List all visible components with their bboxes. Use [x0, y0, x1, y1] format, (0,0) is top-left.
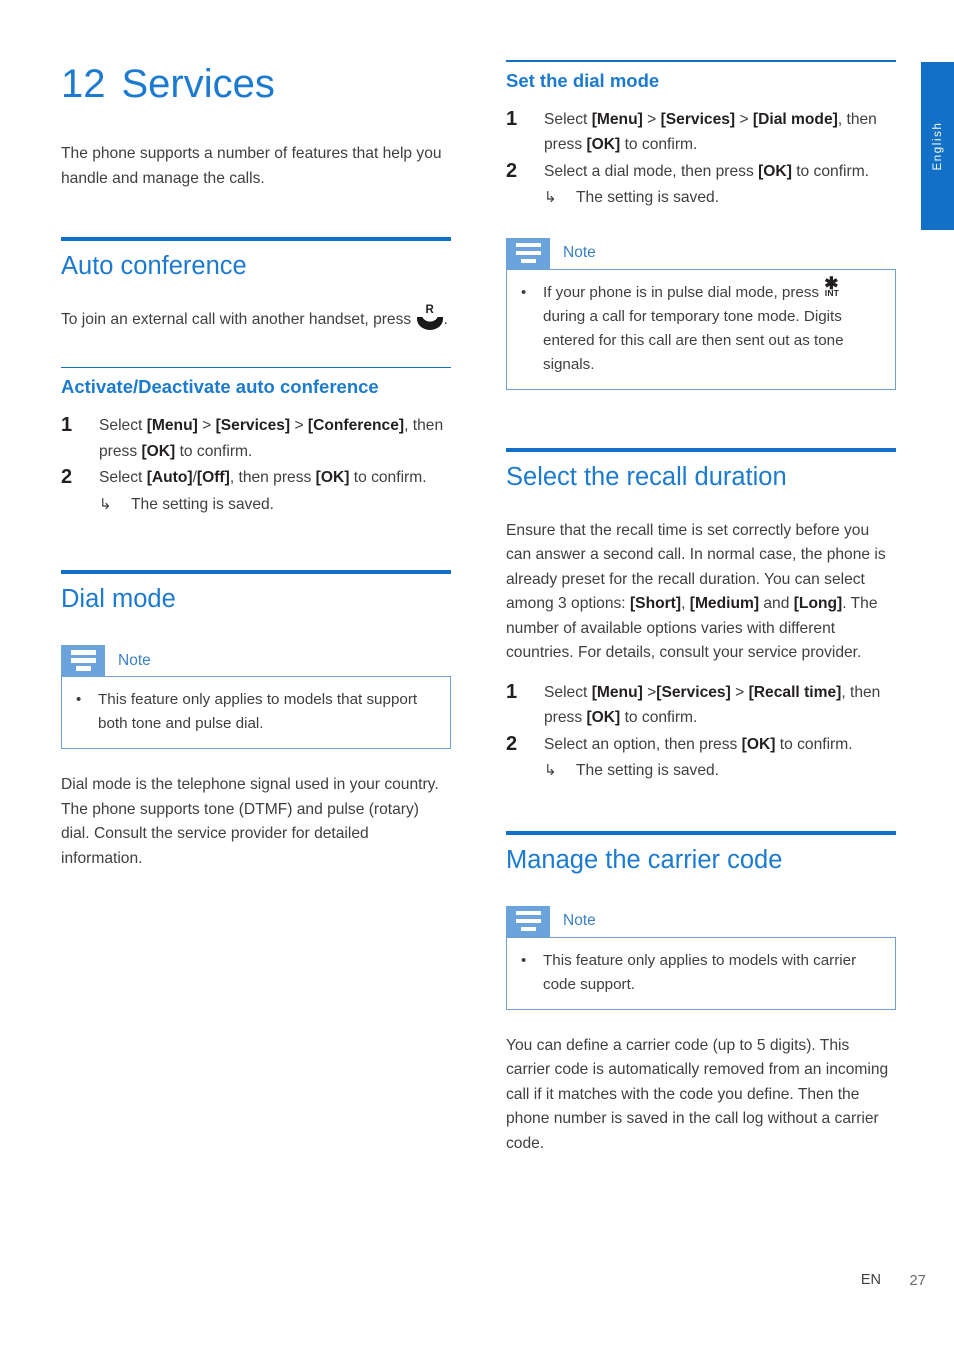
step-text: Select [Auto]/[Off], then press [OK] to … [99, 469, 427, 487]
step-text: Select an option, then press [OK] to con… [544, 735, 853, 753]
note-header: Note [61, 645, 451, 677]
step-number: 1 [506, 107, 518, 130]
step-text: Select [Menu] > [Services] > [Conference… [99, 417, 444, 460]
note-item-text-head: If your phone is in pulse dial mode, pre… [543, 283, 824, 301]
chapter-name: Services [121, 62, 275, 106]
result-arrow-icon: ↳ [544, 189, 557, 207]
section-rule-dial-mode [61, 570, 451, 575]
note-body: • If your phone is in pulse dial mode, p… [506, 268, 896, 390]
footer-language-code: EN [860, 1272, 881, 1288]
chapter-number: 12 [61, 62, 106, 106]
step-number: 1 [61, 414, 73, 437]
recall-duration-body: Ensure that the recall time is set corre… [506, 521, 886, 662]
note-lines-icon [61, 645, 105, 677]
right-column: Set the dial mode 1 Select [Menu] > [Ser… [506, 60, 896, 1156]
note-callout-dial-mode: Note • This feature only applies to mode… [61, 645, 451, 750]
dial-mode-body: Dial mode is the telephone signal used i… [61, 776, 439, 867]
note-item-text: This feature only applies to models with… [543, 951, 857, 993]
result-arrow-icon: ↳ [544, 762, 557, 780]
manual-page: English 12 Services The phone supports a … [0, 0, 954, 1350]
step-item: 2 Select [Auto]/[Off], then press [OK] t… [61, 465, 451, 517]
recall-key-icon: R [416, 304, 443, 330]
step-number: 2 [61, 466, 73, 489]
step-item: 2 Select an option, then press [OK] to c… [506, 732, 896, 784]
bullet-icon: • [521, 283, 527, 301]
step-text: Select [Menu] > [Services] > [Dial mode]… [544, 110, 877, 154]
note-list-item: • If your phone is in pulse dial mode, p… [521, 273, 881, 377]
step-number: 1 [506, 680, 518, 703]
step-item: 1 Select [Menu] >[Services] > [Recall ti… [506, 680, 896, 731]
step-item: 1 Select [Menu] > [Services] > [Conferen… [61, 413, 451, 464]
note-list-item: • This feature only applies to models wi… [521, 949, 881, 997]
step-number: 2 [506, 159, 518, 182]
note-callout-carrier-code: Note • This feature only applies to mode… [506, 905, 896, 1010]
chapter-title: 12 Services [61, 60, 451, 108]
int-star-key-icon: ✱ INT [824, 273, 840, 298]
step-text: Select a dial mode, then press [OK] to c… [544, 162, 870, 180]
note-callout-pulse-dial: Note • If your phone is in pulse dial mo… [506, 237, 896, 390]
subsection-heading-activate-deactivate: Activate/Deactivate auto conference [61, 376, 379, 398]
step-item: 2 Select a dial mode, then press [OK] to… [506, 159, 896, 211]
note-body: • This feature only applies to models th… [61, 676, 451, 750]
auto-conference-intro-text: To join an external call with another ha… [61, 311, 416, 328]
carrier-code-body: You can define a carrier code (up to 5 d… [506, 1036, 889, 1152]
footer-page-number: 27 [909, 1272, 926, 1289]
bullet-icon: • [76, 691, 82, 709]
note-item-text-tail: during a call for temporary tone mode. D… [543, 307, 844, 373]
page-footer: EN 27 [0, 1272, 954, 1292]
steps-activate-deactivate: 1 Select [Menu] > [Services] > [Conferen… [61, 413, 451, 517]
left-column: 12 Services The phone supports a number o… [61, 60, 451, 871]
note-label: Note [118, 651, 151, 669]
chapter-intro: The phone supports a number of features … [61, 145, 442, 187]
subsection-rule-set-dial-mode [506, 60, 896, 62]
note-lines-icon [506, 905, 550, 937]
note-header: Note [506, 905, 896, 937]
section-heading-auto-conference: Auto conference [61, 252, 247, 280]
subsection-rule-activate-deactivate [61, 366, 451, 369]
section-rule-carrier-code [506, 830, 896, 835]
section-heading-dial-mode: Dial mode [61, 585, 176, 614]
language-tab-label: English [931, 121, 944, 171]
note-lines-icon [506, 237, 550, 269]
auto-conference-intro: To join an external call with another ha… [61, 304, 451, 333]
language-tab: English [921, 62, 954, 230]
subsection-heading-set-dial-mode: Set the dial mode [506, 69, 660, 91]
section-heading-recall-duration: Select the recall duration [506, 462, 787, 491]
step-result: ↳ The setting is saved. [99, 492, 451, 518]
step-result: ↳ The setting is saved. [544, 185, 896, 211]
note-header: Note [506, 237, 896, 269]
section-rule-auto-conference [61, 237, 451, 241]
note-label: Note [563, 244, 596, 262]
note-item-text: This feature only applies to models that… [98, 691, 418, 733]
section-heading-carrier-code: Manage the carrier code [506, 845, 783, 874]
result-arrow-icon: ↳ [99, 495, 112, 513]
auto-conference-intro-tail: . [443, 311, 448, 328]
note-item-text: If your phone is in pulse dial mode, pre… [543, 273, 881, 377]
result-text: The setting is saved. [131, 495, 275, 513]
note-list-item: • This feature only applies to models th… [76, 688, 436, 736]
result-text: The setting is saved. [576, 189, 720, 207]
note-body: • This feature only applies to models wi… [506, 936, 896, 1010]
step-text: Select [Menu] >[Services] > [Recall time… [544, 683, 881, 727]
step-item: 1 Select [Menu] > [Services] > [Dial mod… [506, 107, 896, 158]
step-result: ↳ The setting is saved. [544, 758, 896, 784]
note-label: Note [563, 912, 596, 930]
step-number: 2 [506, 732, 518, 755]
section-rule-recall-duration [506, 447, 896, 452]
steps-set-dial-mode: 1 Select [Menu] > [Services] > [Dial mod… [506, 107, 896, 211]
bullet-icon: • [521, 951, 527, 969]
result-text: The setting is saved. [576, 762, 720, 780]
steps-recall-duration: 1 Select [Menu] >[Services] > [Recall ti… [506, 680, 896, 784]
